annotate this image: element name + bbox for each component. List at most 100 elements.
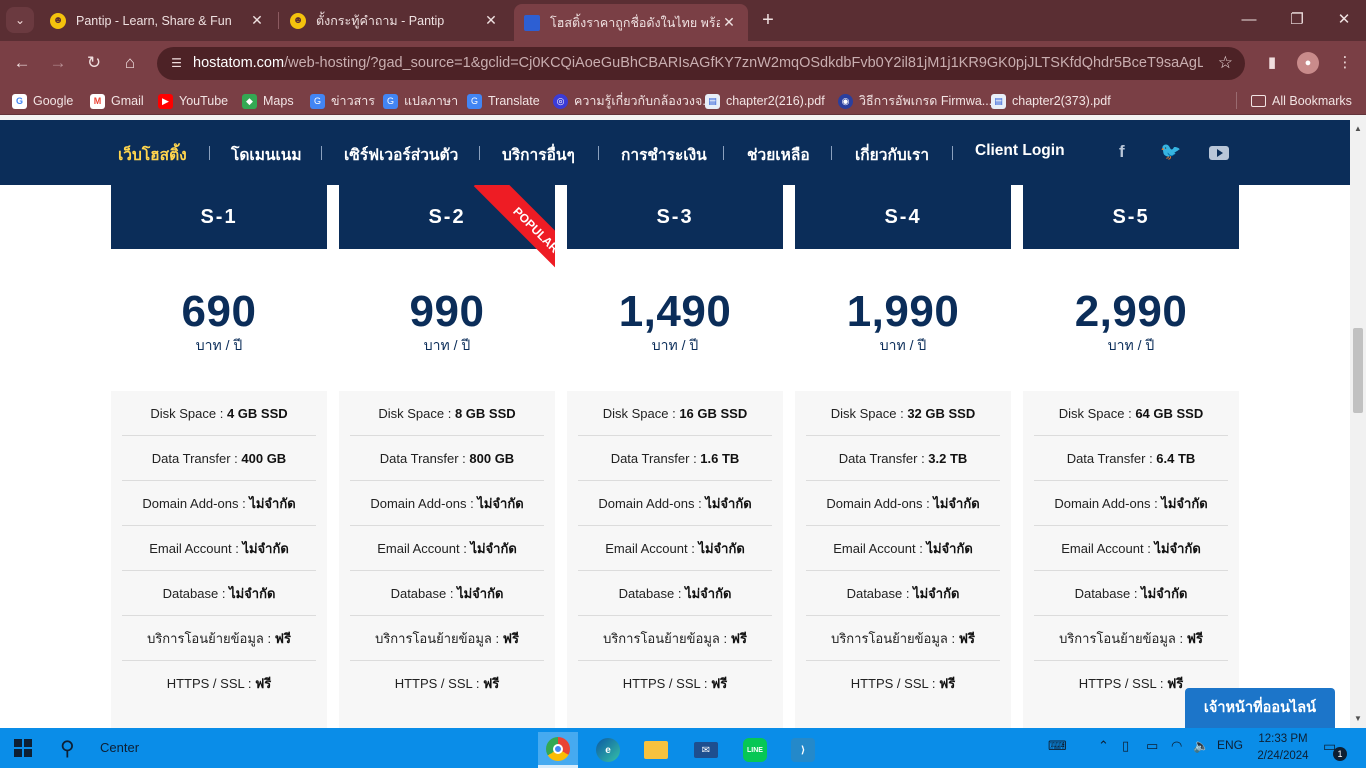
windows-start-icon[interactable] (14, 739, 32, 757)
feature-row: Database : ไม่จำกัด (578, 571, 772, 616)
feature-row: Disk Space : 4 GB SSD (122, 391, 316, 436)
scroll-down-icon[interactable]: ▼ (1350, 712, 1366, 726)
youtube-icon[interactable] (1209, 146, 1229, 160)
nav-client-login[interactable]: Client Login (975, 142, 1065, 160)
nav-divider (831, 146, 832, 160)
all-bookmarks[interactable]: All Bookmarks (1251, 92, 1352, 110)
keyboard-icon[interactable]: ⌨ (1048, 738, 1067, 754)
tab-pantip[interactable]: ☻ Pantip - Learn, Share & Fun ✕ (40, 6, 276, 35)
price-unit: บาท / ปี (1107, 337, 1155, 353)
volume-icon[interactable]: 🔈 (1193, 738, 1209, 754)
close-tab-icon[interactable]: ✕ (248, 12, 266, 29)
menu-kebab-icon[interactable]: ⋮ (1331, 49, 1359, 77)
device-icon[interactable]: ▯ (1122, 738, 1129, 754)
taskbar-file-explorer[interactable] (636, 732, 676, 768)
feature-row: Domain Add-ons : ไม่จำกัด (806, 481, 1000, 526)
bookmarks-bar: G Google M Gmail ▶ YouTube ◆ Maps G ข่าวสาร G… (0, 86, 1366, 115)
language-indicator[interactable]: ENG (1217, 738, 1243, 752)
plan-price: 1,490 (618, 287, 732, 336)
nav-web-hosting[interactable]: เว็บโฮสติ้ง (118, 142, 187, 167)
popular-ribbon: POPULAR (449, 185, 555, 291)
taskbar-clock[interactable]: 12:33 PM 2/24/2024 (1253, 731, 1313, 765)
plan-card-s5: S-5 2,990 บาท / ปี Disk Space : 64 GB SS… (1023, 185, 1239, 728)
nav-divider (598, 146, 599, 160)
notification-icon[interactable]: ▭ 1 (1323, 738, 1347, 761)
tab-pantip-post[interactable]: ☻ ตั้งกระทู้คำถาม - Pantip ✕ (280, 6, 510, 35)
twitter-icon[interactable]: 🐦 (1160, 142, 1181, 162)
close-window-icon[interactable]: ✕ (1329, 8, 1359, 32)
nav-about[interactable]: เกี่ยวกับเรา (855, 142, 929, 167)
restore-icon[interactable]: ❐ (1282, 8, 1312, 32)
site-info-icon[interactable]: ☰ (167, 54, 186, 73)
taskbar-chrome[interactable] (538, 732, 578, 768)
taskbar-vscode[interactable]: ⟩ (783, 732, 823, 768)
taskbar-edge[interactable]: e (588, 732, 628, 768)
bookmark-firmware[interactable]: ◉ วิธีการอัพเกรด Firmwa... (838, 92, 992, 110)
bookmark-maps[interactable]: ◆ Maps (242, 92, 294, 110)
bookmark-star-icon[interactable]: ☆ (1218, 53, 1233, 73)
youtube-icon: ▶ (158, 93, 173, 109)
wifi-icon[interactable]: ◠ (1171, 738, 1182, 754)
translate-icon: G (467, 93, 482, 109)
bookmark-news[interactable]: G ข่าวสาร (310, 92, 375, 110)
bookmark-chapter2-373[interactable]: ▤ chapter2(373).pdf (991, 92, 1111, 110)
taskbar-mail[interactable]: ✉ (686, 732, 726, 768)
bookmark-translate-th[interactable]: G แปลภาษา (383, 92, 458, 110)
nav-help[interactable]: ช่วยเหลือ (747, 142, 810, 167)
side-panel-icon[interactable]: ▮ (1258, 49, 1286, 77)
url-text[interactable]: hostatom.com/web-hosting/?gad_source=1&g… (193, 55, 1203, 71)
feature-row: Disk Space : 32 GB SSD (806, 391, 1000, 436)
nav-payment[interactable]: การชำระเงิน (621, 142, 707, 167)
back-icon[interactable]: ← (8, 49, 36, 77)
clock-time: 12:33 PM (1258, 733, 1308, 745)
taskbar-search-label[interactable]: Center (100, 740, 139, 755)
nav-other-services[interactable]: บริการอื่นๆ (502, 142, 575, 167)
vscode-icon: ⟩ (791, 738, 815, 762)
feature-row: บริการโอนย้ายข้อมูล : ฟรี (122, 616, 316, 661)
facebook-icon[interactable]: f (1119, 142, 1125, 162)
feature-row: HTTPS / SSL : ฟรี (850, 676, 956, 691)
feature-row: Data Transfer : 800 GB (350, 436, 544, 481)
profile-avatar[interactable]: ● (1297, 52, 1319, 74)
bookmark-cctv[interactable]: ◎ ความรู้เกี่ยวกับกล้องวงจ... (553, 92, 713, 110)
scroll-up-icon[interactable]: ▲ (1350, 122, 1366, 136)
home-icon[interactable]: ⌂ (116, 49, 144, 77)
address-bar[interactable]: ☰ hostatom.com/web-hosting/?gad_source=1… (157, 47, 1245, 80)
forward-icon[interactable]: → (44, 49, 72, 77)
tab-hostatom[interactable]: โฮสติ้งราคาถูกชื่อดังในไทย พร้อม SSL ✕ (514, 4, 748, 41)
price-unit: บาท / ปี (651, 337, 699, 353)
bookmark-translate[interactable]: G Translate (467, 92, 540, 110)
nav-domain-name[interactable]: โดเมนเนม (231, 142, 302, 167)
folder-icon (644, 741, 668, 759)
price-unit: บาท / ปี (195, 337, 243, 353)
plan-card-s2: S-2 990 บาท / ปี POPULAR Disk Space : 8 … (339, 185, 555, 728)
new-tab-button[interactable]: + (757, 8, 779, 32)
battery-icon[interactable]: ▭ (1146, 738, 1158, 754)
close-tab-icon[interactable]: ✕ (720, 14, 738, 31)
chevron-up-icon[interactable]: ⌃ (1098, 738, 1109, 754)
popular-ribbon-label: POPULAR (473, 185, 555, 291)
reload-icon[interactable]: ↻ (80, 49, 108, 77)
taskbar-line[interactable]: LINE (735, 732, 775, 768)
plan-name: S-5 (1023, 185, 1239, 249)
bookmark-chapter2-216[interactable]: ▤ chapter2(216).pdf (705, 92, 825, 110)
scrollbar-thumb[interactable] (1353, 328, 1363, 413)
plan-name: S-3 (567, 185, 783, 249)
nav-private-server[interactable]: เซิร์ฟเวอร์ส่วนตัว (344, 142, 458, 167)
plan-card-s4: S-4 1,990 บาท / ปี Disk Space : 32 GB SS… (795, 185, 1011, 728)
close-tab-icon[interactable]: ✕ (482, 12, 500, 29)
tab-search-button[interactable]: ⌄ (6, 7, 34, 33)
feature-row: Database : ไม่จำกัด (350, 571, 544, 616)
plan-price: 990 (409, 287, 485, 336)
bookmark-gmail[interactable]: M Gmail (90, 92, 144, 110)
page-scrollbar[interactable]: ▲ ▼ (1350, 120, 1366, 728)
hostatom-favicon-icon (524, 14, 540, 31)
bookmark-label: YouTube (179, 94, 229, 108)
mail-icon: ✉ (694, 742, 718, 758)
search-icon[interactable]: ⚲ (60, 736, 75, 761)
minimize-icon[interactable]: — (1234, 8, 1264, 32)
live-chat-button[interactable]: เจ้าหน้าที่ออนไลน์ (1185, 688, 1335, 728)
bookmark-google[interactable]: G Google (12, 92, 73, 110)
bookmark-youtube[interactable]: ▶ YouTube (158, 92, 228, 110)
feature-row: Domain Add-ons : ไม่จำกัด (578, 481, 772, 526)
